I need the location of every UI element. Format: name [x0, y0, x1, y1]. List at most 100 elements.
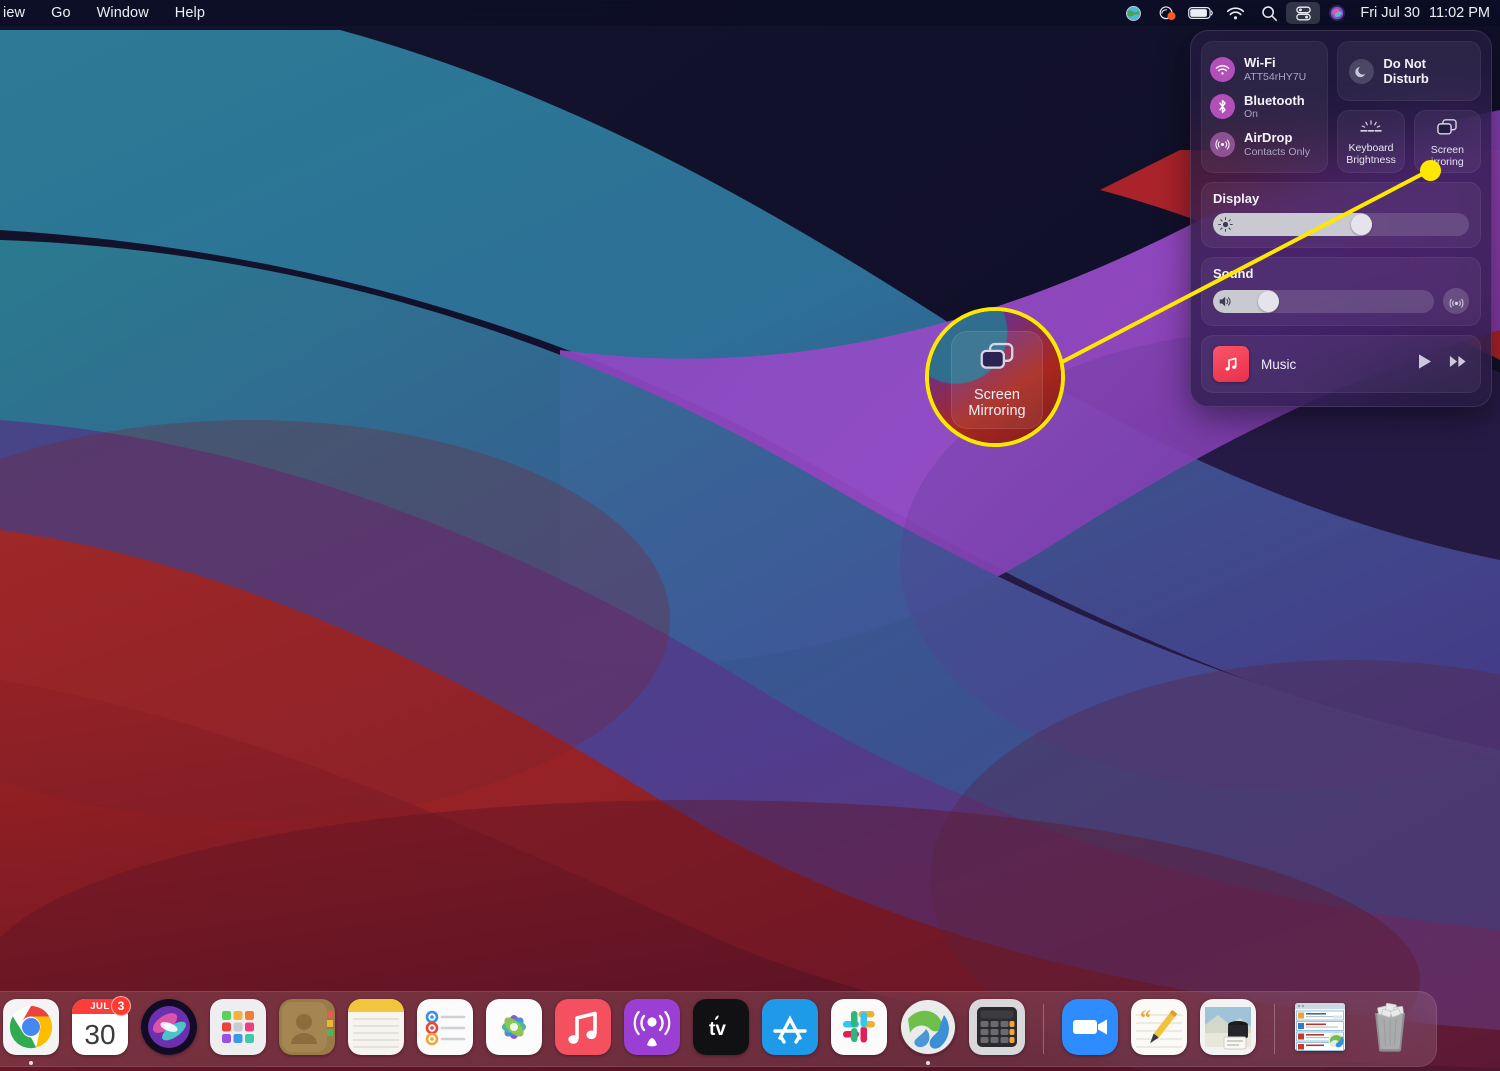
sound-title: Sound [1213, 266, 1254, 281]
menu-window[interactable]: Window [84, 2, 162, 24]
speaker-icon [1218, 294, 1233, 313]
callout-target-dot [1420, 160, 1441, 181]
wifi-network-name: ATT54rHY7U [1244, 70, 1307, 83]
display-title: Display [1213, 191, 1260, 206]
menu-view[interactable]: iew [0, 2, 38, 24]
kaleidoscope-icon [900, 999, 956, 1055]
bluetooth-icon [1210, 94, 1235, 120]
fast-forward-icon[interactable] [1449, 354, 1467, 374]
zoom-icon [1062, 999, 1118, 1055]
siri-icon[interactable] [1320, 2, 1354, 24]
preview-icon [1200, 999, 1256, 1055]
sm-line1: Screen [1430, 143, 1464, 156]
menu-bar: iew Go Window Help Fri Jul 30 11:02 PM [0, 0, 1500, 26]
calendar-day: 30 [84, 1018, 116, 1050]
dock-item-music[interactable] [552, 998, 614, 1060]
bluetooth-toggle[interactable]: Bluetooth On [1210, 89, 1319, 125]
keyboard-brightness-icon [1359, 120, 1383, 140]
control-center-icon[interactable] [1286, 2, 1321, 24]
wifi-text: Wi-Fi ATT54rHY7U [1244, 56, 1306, 83]
running-indicator [29, 1061, 33, 1065]
menu-go[interactable]: Go [38, 2, 84, 24]
dock-item-notes[interactable] [345, 998, 407, 1060]
world-clock-icon[interactable] [1116, 2, 1150, 24]
menu-bar-time: 11:02 PM [1429, 5, 1490, 21]
now-playing-controls [1417, 353, 1469, 375]
calendar-badge: 3 [111, 996, 131, 1016]
dock-item-zoom[interactable] [1059, 998, 1121, 1060]
play-icon[interactable] [1417, 353, 1433, 375]
dock-item-textedit[interactable]: “ [1128, 998, 1190, 1060]
do-not-disturb-tile[interactable]: Do Not Disturb [1337, 41, 1481, 101]
dock-item-photos[interactable] [483, 998, 545, 1060]
textedit-icon: “ [1131, 999, 1187, 1055]
control-center-right-column: Do Not Disturb Keyboard Brightness Scree… [1337, 41, 1481, 173]
now-playing-section: Music [1201, 335, 1481, 393]
menu-bar-items: iew Go Window Help [0, 2, 218, 24]
screen-mirroring-magnifier: Screen Mirroring [925, 307, 1065, 447]
wifi-icon[interactable] [1218, 2, 1252, 24]
sound-volume-slider[interactable] [1213, 289, 1434, 313]
svg-text:“: “ [1140, 1005, 1151, 1030]
airdrop-toggle[interactable]: AirDrop Contacts Only [1210, 126, 1319, 162]
search-icon[interactable] [1252, 2, 1286, 24]
dock-item-appletv[interactable]: tv [690, 998, 752, 1060]
bluetooth-status: On [1244, 108, 1259, 121]
screen-mirroring-icon [1436, 118, 1458, 142]
menu-bar-clock[interactable]: Fri Jul 30 11:02 PM [1360, 5, 1490, 21]
siri-icon [141, 999, 197, 1055]
dock-item-preview[interactable] [1197, 998, 1259, 1060]
display-slider-knob[interactable] [1350, 214, 1372, 235]
connectivity-card: Wi-Fi ATT54rHY7U Bluetooth On AirDrop Co… [1201, 41, 1329, 173]
sound-section: Sound [1201, 257, 1481, 326]
moon-icon [1349, 58, 1375, 84]
reminders-icon [417, 999, 473, 1055]
control-center-panel: Wi-Fi ATT54rHY7U Bluetooth On AirDrop Co… [1190, 30, 1492, 407]
dock-item-kaleidoscope[interactable] [897, 998, 959, 1065]
dock-item-siri[interactable] [138, 998, 200, 1060]
mag-line2: Mirroring [968, 403, 1026, 419]
calculator-icon [969, 999, 1025, 1055]
dock-item-reminders[interactable] [414, 998, 476, 1060]
dock-item-calculator[interactable] [966, 998, 1028, 1060]
wifi-toggle[interactable]: Wi-Fi ATT54rHY7U [1210, 52, 1319, 88]
notes-icon [348, 999, 404, 1055]
dock-separator [1043, 1004, 1044, 1054]
dock-item-slack[interactable] [828, 998, 890, 1060]
keyboard-brightness-tile[interactable]: Keyboard Brightness [1337, 110, 1405, 173]
dock-item-podcasts[interactable] [621, 998, 683, 1060]
display-brightness-slider[interactable] [1213, 213, 1469, 236]
dock-items: JUL 30 3 tv “ [0, 996, 1421, 1065]
notification-badge-icon[interactable] [1150, 2, 1184, 24]
wifi-title: Wi-Fi [1244, 55, 1276, 71]
sound-slider-knob[interactable] [1258, 290, 1280, 312]
keyboard-brightness-label: Keyboard Brightness [1346, 142, 1396, 167]
magnified-screen-mirroring-tile[interactable]: Screen Mirroring [951, 331, 1043, 429]
podcasts-icon [624, 999, 680, 1055]
dock-separator-2 [1274, 1004, 1275, 1054]
airdrop-text: AirDrop Contacts Only [1244, 131, 1310, 158]
display-section: Display [1201, 182, 1481, 248]
airdrop-status: Contacts Only [1244, 145, 1310, 158]
sound-controls [1213, 288, 1469, 314]
dock-item-calendar[interactable]: JUL 30 3 [69, 996, 131, 1060]
trash-icon [1362, 999, 1418, 1055]
dock-item-trash[interactable] [1359, 998, 1421, 1060]
airplay-audio-icon[interactable] [1443, 288, 1469, 314]
dock-item-contacts[interactable] [276, 998, 338, 1060]
dock-item-appstore[interactable] [759, 998, 821, 1060]
now-playing-app-name: Music [1261, 356, 1297, 372]
kb-line2: Brightness [1346, 153, 1396, 166]
menu-help[interactable]: Help [162, 2, 218, 24]
bluetooth-title: Bluetooth [1244, 92, 1305, 108]
dock-item-launchpad[interactable] [207, 998, 269, 1060]
wifi-icon [1210, 57, 1235, 83]
battery-icon[interactable] [1184, 2, 1218, 24]
dock-minimized-window[interactable] [1290, 998, 1352, 1060]
minimized-window-icon [1295, 1003, 1345, 1051]
bluetooth-text: Bluetooth On [1244, 94, 1305, 121]
chrome-icon [3, 999, 59, 1055]
menu-bar-status-items: Fri Jul 30 11:02 PM [1116, 2, 1500, 24]
do-not-disturb-label: Do Not Disturb [1383, 56, 1429, 87]
dock-item-chrome[interactable] [0, 998, 62, 1065]
